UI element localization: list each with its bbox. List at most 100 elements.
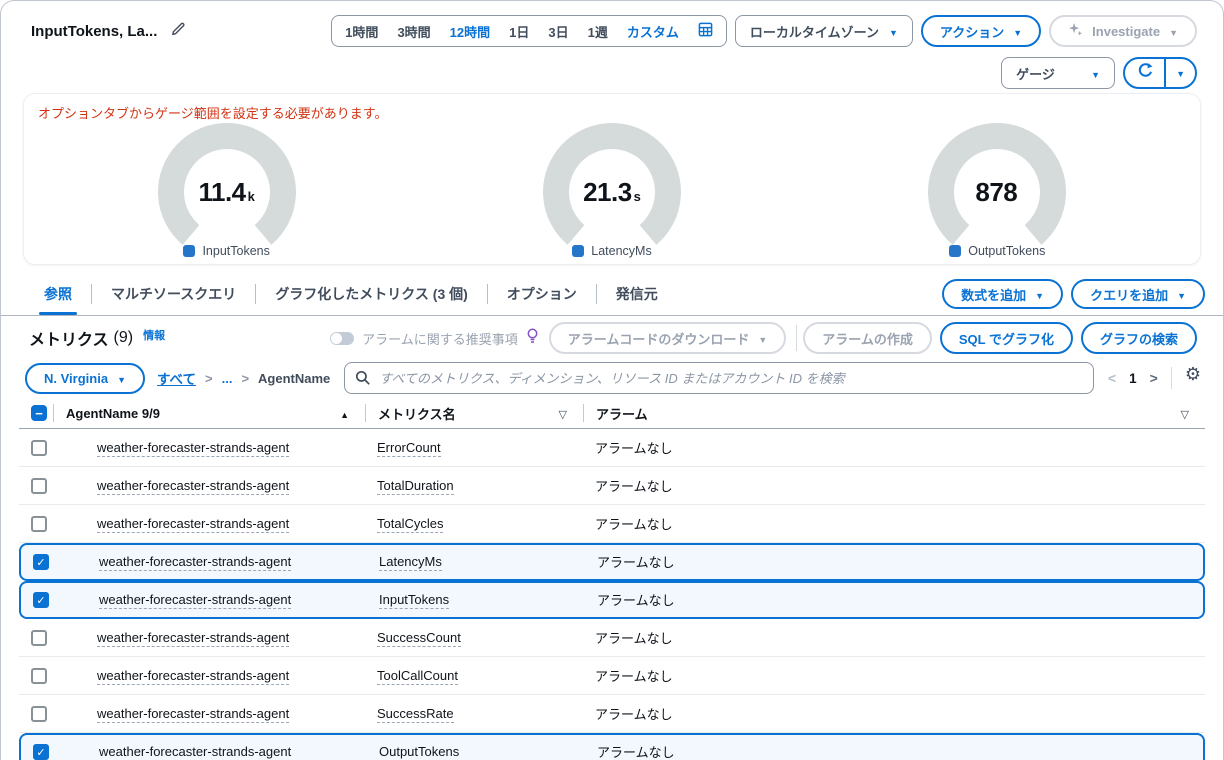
row-checkbox[interactable] [31, 515, 47, 532]
row-alarm-status: アラームなし [597, 593, 675, 608]
calendar-icon[interactable] [698, 22, 713, 40]
time-range-12h[interactable]: 12時間 [450, 22, 490, 41]
create-alarm-button[interactable]: アラームの作成 [803, 322, 932, 354]
row-checkbox[interactable] [33, 744, 49, 760]
graph-with-sql-button[interactable]: SQL でグラフ化 [939, 322, 1073, 354]
row-metric-name[interactable]: ErrorCount [377, 439, 441, 457]
table-row[interactable]: weather-forecaster-strands-agent TotalDu… [19, 467, 1205, 505]
refresh-button[interactable] [1125, 59, 1164, 87]
row-agent-name[interactable]: weather-forecaster-strands-agent [97, 705, 290, 723]
time-range-3d[interactable]: 3日 [548, 22, 568, 41]
gauge-legend[interactable]: OutputTokens [907, 244, 1087, 258]
row-agent-name[interactable]: weather-forecaster-strands-agent [97, 515, 290, 533]
row-metric-name[interactable]: SuccessRate [377, 705, 454, 723]
breadcrumb-all-link[interactable]: すべて [157, 368, 196, 388]
gauge-legend[interactable]: InputTokens [137, 244, 317, 258]
row-metric-name[interactable]: TotalDuration [377, 477, 454, 495]
gauge-preview-card: オプションタブからゲージ範囲を設定する必要があります。 11.4 k InputT… [23, 93, 1201, 265]
row-checkbox[interactable] [33, 592, 49, 608]
table-row-selected[interactable]: weather-forecaster-strands-agent OutputT… [19, 733, 1205, 760]
sort-icon[interactable] [1181, 406, 1189, 421]
pencil-icon [171, 21, 186, 41]
table-row[interactable]: weather-forecaster-strands-agent TotalCy… [19, 505, 1205, 543]
chevron-down-icon [1176, 64, 1185, 82]
refresh-split-button [1123, 57, 1197, 89]
gauge-legend[interactable]: LatencyMs [522, 244, 702, 258]
row-agent-name[interactable]: weather-forecaster-strands-agent [99, 744, 292, 760]
table-row[interactable]: weather-forecaster-strands-agent Success… [19, 695, 1205, 733]
add-query-button[interactable]: クエリを追加 [1071, 279, 1205, 309]
row-agent-name[interactable]: weather-forecaster-strands-agent [97, 667, 290, 685]
search-input[interactable] [344, 362, 1094, 394]
sort-ascending-icon[interactable] [340, 406, 349, 421]
legend-label: LatencyMs [591, 244, 652, 258]
info-link[interactable]: 情報 [143, 327, 165, 343]
metrics-heading: メトリクス [29, 332, 109, 349]
row-checkbox[interactable] [31, 705, 47, 722]
sort-icon[interactable] [559, 406, 567, 421]
row-alarm-status: アラームなし [595, 516, 673, 532]
time-range-1w[interactable]: 1週 [588, 22, 608, 41]
investigate-button[interactable]: Investigate [1049, 15, 1197, 47]
row-metric-name[interactable]: LatencyMs [379, 554, 442, 571]
breadcrumb-ellipsis-link[interactable]: ... [222, 371, 233, 386]
tab-graphed-metrics[interactable]: グラフ化したメトリクス (3 個) [256, 273, 486, 315]
graph-with-sql-label: SQL でグラフ化 [958, 331, 1054, 347]
row-metric-name[interactable]: TotalCycles [377, 515, 444, 533]
row-agent-name[interactable]: weather-forecaster-strands-agent [97, 629, 290, 647]
table-row[interactable]: weather-forecaster-strands-agent ToolCal… [19, 657, 1205, 695]
row-metric-name[interactable]: OutputTokens [379, 744, 460, 760]
time-range-3h[interactable]: 3時間 [397, 22, 430, 41]
tab-browse[interactable]: 参照 [25, 273, 91, 315]
tab-options[interactable]: オプション [488, 273, 596, 315]
row-checkbox[interactable] [33, 554, 49, 570]
table-row-selected[interactable]: weather-forecaster-strands-agent Latency… [19, 543, 1205, 581]
actions-button[interactable]: アクション [920, 15, 1042, 47]
download-alarm-code-button[interactable]: アラームコードのダウンロード [548, 322, 787, 354]
row-alarm-status: アラームなし [595, 668, 673, 684]
widget-type-select[interactable]: ゲージ [1001, 57, 1116, 89]
alarm-recommendations-toggle[interactable] [330, 331, 355, 345]
refresh-options-button[interactable] [1166, 59, 1195, 87]
gauge-latency-ms: 21.3 s LatencyMs [522, 122, 702, 258]
row-metric-name[interactable]: ToolCallCount [377, 667, 458, 685]
add-math-button[interactable]: 数式を追加 [942, 279, 1064, 309]
region-select-value: N. Virginia [44, 370, 109, 386]
table-row[interactable]: weather-forecaster-strands-agent ErrorCo… [19, 429, 1205, 467]
next-page-button[interactable]: > [1150, 370, 1158, 386]
tab-bar: 参照 マルチソースクエリ グラフ化したメトリクス (3 個) オプション 発信元… [1, 273, 1223, 316]
row-checkbox[interactable] [31, 439, 47, 456]
tab-multi-source-query[interactable]: マルチソースクエリ [92, 273, 255, 315]
row-agent-name[interactable]: weather-forecaster-strands-agent [97, 439, 290, 457]
row-checkbox[interactable] [31, 477, 47, 494]
edit-title-button[interactable] [167, 21, 190, 41]
column-header-agent-name[interactable]: AgentName 9/9 [53, 404, 365, 422]
row-checkbox[interactable] [31, 629, 47, 646]
legend-marker-icon [949, 245, 962, 257]
column-header-alarm[interactable]: アラーム [583, 404, 1205, 422]
gauge-output-tokens: 878 OutputTokens [907, 122, 1087, 258]
column-header-metric-name[interactable]: メトリクス名 [365, 404, 583, 422]
region-select[interactable]: N. Virginia [25, 362, 145, 394]
chevron-down-icon [1169, 24, 1178, 39]
row-metric-name[interactable]: InputTokens [379, 592, 450, 609]
tab-source[interactable]: 発信元 [597, 273, 677, 315]
chevron-down-icon [1177, 287, 1186, 302]
time-range-1h[interactable]: 1時間 [345, 22, 378, 41]
row-agent-name[interactable]: weather-forecaster-strands-agent [97, 477, 290, 495]
table-row[interactable]: weather-forecaster-strands-agent Success… [19, 619, 1205, 657]
time-range-custom[interactable]: カスタム [627, 22, 679, 41]
previous-page-button[interactable]: < [1108, 370, 1116, 386]
search-graph-button[interactable]: グラフの検索 [1080, 322, 1197, 354]
page-number[interactable]: 1 [1129, 371, 1137, 386]
select-all-checkbox[interactable] [31, 405, 47, 421]
gear-icon[interactable]: ⚙ [1185, 365, 1201, 383]
row-metric-name[interactable]: SuccessCount [377, 629, 461, 647]
row-checkbox[interactable] [31, 667, 47, 684]
row-agent-name[interactable]: weather-forecaster-strands-agent [99, 554, 292, 571]
add-math-label: 数式を追加 [961, 287, 1027, 303]
row-agent-name[interactable]: weather-forecaster-strands-agent [99, 592, 292, 609]
time-range-1d[interactable]: 1日 [509, 22, 529, 41]
table-row-selected[interactable]: weather-forecaster-strands-agent InputTo… [19, 581, 1205, 619]
timezone-select[interactable]: ローカルタイムゾーン [734, 15, 913, 47]
